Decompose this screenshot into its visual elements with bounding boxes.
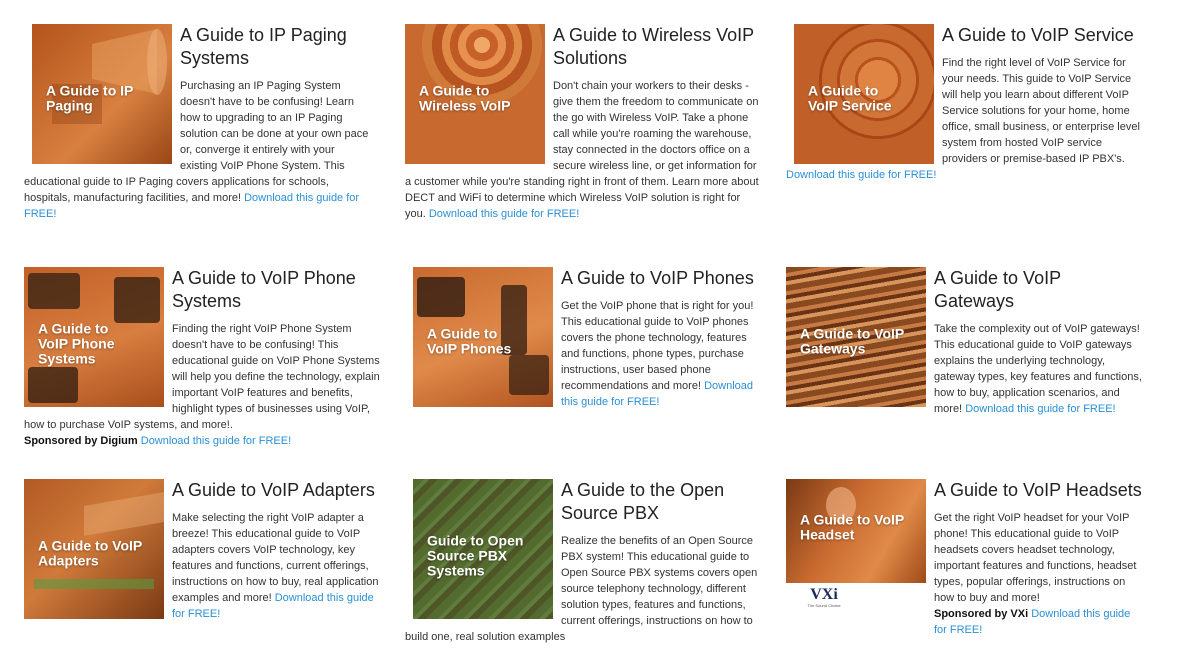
download-guide-link[interactable]: Download this guide for FREE! (141, 435, 291, 447)
voip-phones-thumbnail[interactable]: A Guide to VoIP Phones (413, 267, 553, 407)
voip-gateways-thumbnail[interactable]: A Guide to VoIP Gateways (786, 267, 926, 407)
guide-card-voip-phone-systems: A Guide to VoIP Phone Systems A Guide to… (24, 267, 380, 449)
sponsor-text: Sponsored by Digium (24, 435, 138, 447)
guide-card-voip-adapters: A Guide to VoIP Adapters A Guide to VoIP… (24, 479, 380, 622)
guide-description: Get the right VoIP headset for your VoIP… (934, 512, 1137, 604)
download-guide-link[interactable]: Download this guide for FREE! (786, 169, 936, 181)
sponsor-text: Sponsored by VXi (934, 608, 1029, 620)
thumbnail-label: A Guide to IP Paging (46, 82, 134, 114)
voip-service-thumbnail[interactable]: A Guide to VoIP Service (794, 24, 934, 164)
thumbnail-label: A Guide to VoIP Phone Systems (38, 320, 115, 367)
guide-description: Get the VoIP phone that is right for you… (561, 300, 754, 392)
guide-description: Take the complexity out of VoIP gateways… (934, 323, 1142, 415)
guide-card-voip-gateways: A Guide to VoIP Gateways A Guide to VoIP… (786, 267, 1142, 417)
thumbnail-label: A Guide to Wireless VoIP (419, 82, 511, 114)
vxi-logo-tagline: The Sound Choice (807, 603, 841, 608)
ip-paging-thumbnail[interactable]: A Guide to IP Paging (32, 24, 172, 164)
thumbnail-label: A Guide to VoIP Headset (800, 511, 904, 543)
guide-description: Find the right level of VoIP Service for… (942, 57, 1140, 165)
thumbnail-label: A Guide to VoIP Gateways (800, 325, 904, 357)
voip-headsets-thumbnail[interactable]: A Guide to VoIP Headset VXi The Sound Ch… (786, 479, 926, 627)
thumbnail-label: Guide to Open Source PBX Systems (427, 532, 524, 579)
guide-card-voip-headsets: A Guide to VoIP Headset VXi The Sound Ch… (786, 479, 1142, 638)
guide-card-open-source-pbx: Guide to Open Source PBX Systems A Guide… (405, 479, 761, 645)
voip-phone-systems-thumbnail[interactable]: A Guide to VoIP Phone Systems (24, 267, 164, 407)
download-guide-link[interactable]: Download this guide for FREE! (965, 403, 1115, 415)
guide-card-voip-service: A Guide to VoIP Service A Guide to VoIP … (786, 24, 1142, 183)
guide-card-voip-phones: A Guide to VoIP Phones A Guide to VoIP P… (413, 267, 761, 410)
guide-card-wireless-voip: A Guide to Wireless VoIP A Guide to Wire… (405, 24, 763, 222)
thumbnail-label: A Guide to VoIP Adapters (38, 537, 142, 569)
wireless-voip-thumbnail[interactable]: A Guide to Wireless VoIP (405, 24, 545, 164)
guide-description: Make selecting the right VoIP adapter a … (172, 512, 379, 604)
thumbnail-label: A Guide to VoIP Phones (427, 325, 512, 357)
thumbnail-label: A Guide to VoIP Service (808, 82, 892, 114)
guide-card-ip-paging: A Guide to IP Paging A Guide to IP Pagin… (24, 24, 372, 222)
open-source-pbx-thumbnail[interactable]: Guide to Open Source PBX Systems (413, 479, 553, 619)
vxi-logo: VXi The Sound Choice (800, 587, 848, 617)
voip-adapters-thumbnail[interactable]: A Guide to VoIP Adapters (24, 479, 164, 619)
vxi-logo-text: VXi (810, 586, 838, 603)
download-guide-link[interactable]: Download this guide for FREE! (429, 208, 579, 220)
